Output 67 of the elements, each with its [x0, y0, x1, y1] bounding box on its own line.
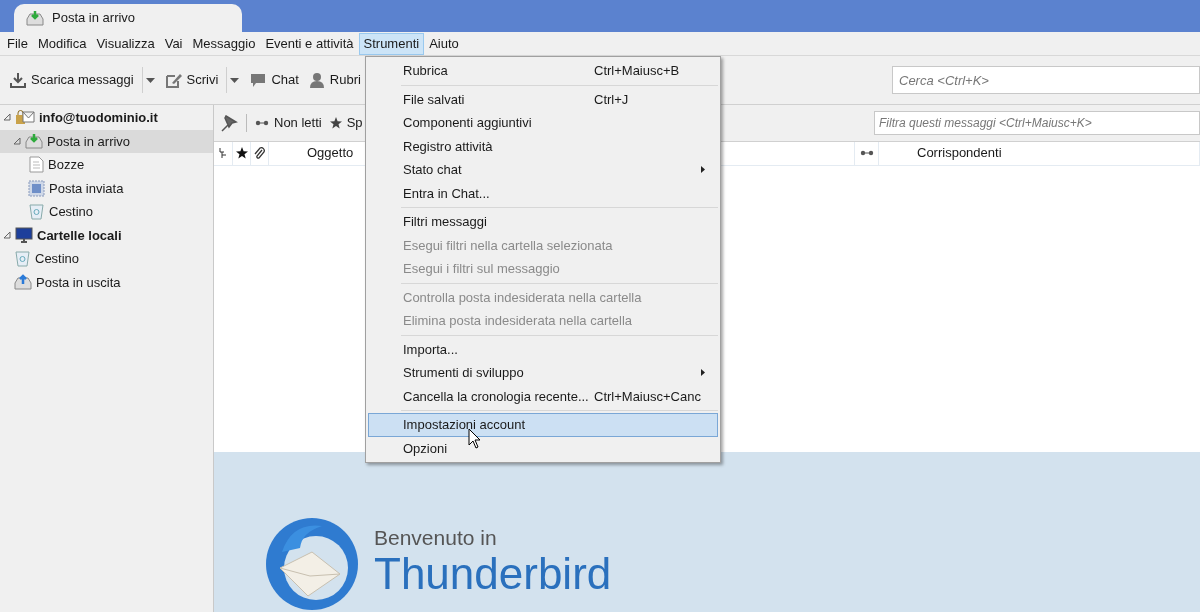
filter-button[interactable]: Sp [329, 113, 363, 133]
account-icon [15, 109, 35, 127]
caret-icon [230, 77, 240, 83]
menu-item[interactable]: Strumenti di sviluppo [368, 361, 718, 385]
inbox-icon [25, 132, 43, 150]
filter-button[interactable]: Non letti [255, 113, 322, 133]
speech-bubble-icon [250, 72, 267, 88]
folder-row[interactable]: Posta in uscita [0, 270, 213, 294]
folder-row[interactable]: Cestino [0, 247, 213, 271]
menu-item[interactable]: Opzioni [368, 436, 718, 460]
menu-bar-item[interactable]: Aiuto [424, 32, 464, 55]
toolbar-button[interactable]: Chat [248, 65, 301, 95]
computer-icon [15, 226, 33, 244]
folder-row[interactable]: info@tuodominio.it [0, 106, 213, 130]
trash-icon [14, 250, 31, 268]
search-field[interactable]: Cerca <Ctrl+K> [892, 66, 1200, 94]
welcome-text: Benvenuto in [374, 526, 498, 550]
paperclip-icon [253, 147, 266, 160]
pencil-icon [165, 72, 182, 88]
glasses-icon [859, 150, 874, 157]
filter-field[interactable]: Filtra questi messaggi <Ctrl+Maiusc+K> [874, 110, 1200, 135]
toolbar-button[interactable]: Rubri [306, 65, 363, 95]
outbox-icon [14, 273, 32, 291]
toolbar-button[interactable]: Scarica messaggi [8, 65, 136, 95]
menu-bar-item[interactable]: Visualizza [91, 32, 160, 55]
folder-row[interactable]: Cestino [0, 200, 213, 224]
menu-item[interactable]: Rubrica Ctrl+Maiusc+B [368, 59, 718, 83]
menu-item[interactable]: Filtri messaggi [368, 210, 718, 234]
column-header[interactable]: Corrispondenti [879, 141, 1200, 165]
expander-icon[interactable] [4, 231, 11, 239]
star-icon [235, 147, 248, 160]
thread-icon [218, 147, 228, 160]
download-icon [10, 72, 26, 88]
menu-item[interactable]: Importa... [368, 337, 718, 361]
document-icon [28, 156, 44, 174]
folder-row[interactable]: Bozze [0, 153, 213, 177]
menu-item[interactable]: Registro attività [368, 134, 718, 158]
inbox-icon [26, 10, 44, 26]
pin-icon [220, 113, 238, 132]
expander-icon[interactable] [14, 137, 21, 145]
star-icon [329, 116, 342, 129]
mail-tab[interactable]: Posta in arrivo [14, 4, 242, 32]
product-name: Thunderbird [374, 550, 612, 598]
column-header[interactable] [233, 141, 251, 165]
folder-row[interactable]: Posta inviata [0, 176, 213, 200]
menu-bar-item[interactable]: Modifica [32, 32, 92, 55]
menu-bar-item[interactable]: File [2, 32, 33, 55]
folder-row[interactable]: Cartelle locali [0, 223, 213, 247]
menu-item[interactable]: Entra in Chat... [368, 181, 718, 205]
menu-item[interactable]: Cancella la cronologia recente... Ctrl+Maiusc+Canc [368, 384, 718, 408]
expander-icon[interactable] [4, 114, 11, 122]
menu-item[interactable]: Componenti aggiuntivi [368, 111, 718, 135]
folder-row[interactable]: Posta in arrivo [0, 129, 213, 153]
menu-item[interactable]: Stato chat [368, 158, 718, 182]
trash-icon [28, 203, 45, 221]
stamp-icon [28, 179, 45, 197]
caret-icon [145, 77, 155, 83]
menu-bar-item[interactable]: Strumenti [358, 32, 425, 55]
glasses-icon [255, 119, 269, 126]
menu-bar-item[interactable]: Eventi e attività [260, 32, 359, 55]
menu-item[interactable]: File salvati Ctrl+J [368, 87, 718, 111]
menu-item[interactable]: Impostazioni account [368, 413, 718, 437]
menu-bar-item[interactable]: Vai [159, 32, 188, 55]
menu-bar-item[interactable]: Messaggio [187, 32, 261, 55]
dropdown-button[interactable] [141, 67, 158, 93]
toolbar-button[interactable]: Scrivi [163, 65, 221, 95]
person-icon [308, 72, 325, 88]
